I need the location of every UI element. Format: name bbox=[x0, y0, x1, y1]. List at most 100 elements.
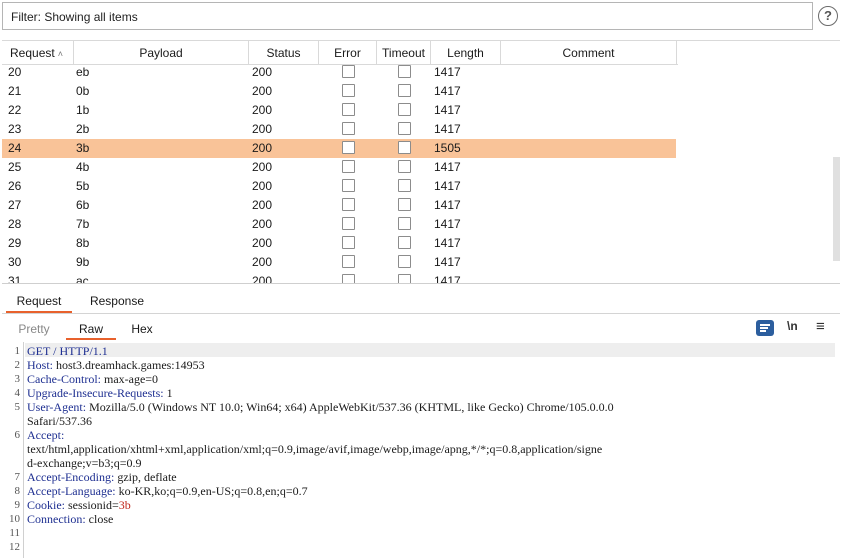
error-checkbox bbox=[342, 179, 355, 192]
line-number: 1 bbox=[14, 345, 21, 357]
cell-payload: 5b bbox=[76, 179, 90, 193]
header-value: max-age=0 bbox=[100, 372, 159, 386]
table-row[interactable]: 29 8b 200 1417 bbox=[2, 234, 676, 253]
timeout-checkbox bbox=[398, 65, 411, 78]
filter-bar[interactable]: Filter: Showing all items bbox=[2, 2, 813, 30]
cell-payload: 2b bbox=[76, 122, 90, 136]
column-header-comment[interactable]: Comment bbox=[501, 41, 677, 65]
word-wrap-icon[interactable] bbox=[756, 320, 774, 336]
column-header-error[interactable]: Error bbox=[319, 41, 377, 65]
line-number: 2 bbox=[14, 359, 21, 371]
table-row[interactable]: 26 5b 200 1417 bbox=[2, 177, 676, 196]
code-line: Cache-Control: max-age=0 bbox=[27, 372, 158, 386]
tab-hex[interactable]: Hex bbox=[120, 318, 164, 340]
line-number: 12 bbox=[9, 541, 20, 553]
line-number: 11 bbox=[9, 527, 20, 539]
menu-icon[interactable]: ≡ bbox=[816, 319, 825, 334]
error-checkbox bbox=[342, 103, 355, 116]
header-value: 1 bbox=[163, 386, 173, 400]
cell-request: 25 bbox=[8, 160, 22, 174]
tab-raw[interactable]: Raw bbox=[66, 318, 116, 340]
column-header-status[interactable]: Status bbox=[249, 41, 319, 65]
cell-status: 200 bbox=[252, 179, 273, 193]
code-line: Accept-Language: ko-KR,ko;q=0.9,en-US;q=… bbox=[27, 484, 308, 498]
help-icon[interactable]: ? bbox=[818, 6, 838, 26]
cell-length: 1417 bbox=[434, 65, 461, 79]
error-checkbox bbox=[342, 122, 355, 135]
table-scrollbar[interactable] bbox=[833, 157, 840, 261]
code-line: d-exchange;v=b3;q=0.9 bbox=[27, 456, 142, 470]
cell-length: 1417 bbox=[434, 122, 461, 136]
table-row[interactable]: 27 6b 200 1417 bbox=[2, 196, 676, 215]
code-line: Accept-Encoding: gzip, deflate bbox=[27, 470, 177, 484]
cell-length: 1417 bbox=[434, 103, 461, 117]
table-row[interactable]: 21 0b 200 1417 bbox=[2, 82, 676, 101]
cell-payload: eb bbox=[76, 65, 90, 79]
table-row[interactable]: 31 ac 200 1417 bbox=[2, 272, 676, 283]
results-table: Request ˄ Payload Status Error Timeout Le… bbox=[2, 40, 840, 283]
timeout-checkbox bbox=[398, 84, 411, 97]
cell-request: 23 bbox=[8, 122, 22, 136]
header-value: host3.dreamhack.games:14953 bbox=[53, 358, 205, 372]
cell-status: 200 bbox=[252, 160, 273, 174]
cell-status: 200 bbox=[252, 236, 273, 250]
table-row[interactable]: 28 7b 200 1417 bbox=[2, 215, 676, 234]
cell-status: 200 bbox=[252, 84, 273, 98]
cell-length: 1505 bbox=[434, 141, 461, 155]
tab-pretty[interactable]: Pretty bbox=[12, 318, 56, 340]
timeout-checkbox bbox=[398, 179, 411, 192]
cell-request: 20 bbox=[8, 65, 22, 79]
error-checkbox bbox=[342, 141, 355, 154]
column-header-payload[interactable]: Payload bbox=[74, 41, 249, 65]
table-row[interactable]: 24 3b 200 1505 bbox=[2, 139, 676, 158]
tab-response[interactable]: Response bbox=[82, 289, 152, 313]
header-value: d-exchange;v=b3;q=0.9 bbox=[27, 456, 142, 470]
cell-length: 1417 bbox=[434, 179, 461, 193]
timeout-checkbox bbox=[398, 255, 411, 268]
column-header-length[interactable]: Length bbox=[431, 41, 501, 65]
error-checkbox bbox=[342, 217, 355, 230]
header-value: gzip, deflate bbox=[114, 470, 177, 484]
header-name: User-Agent: bbox=[27, 400, 87, 414]
column-header-request[interactable]: Request ˄ bbox=[2, 41, 74, 65]
code-line: Host: host3.dreamhack.games:14953 bbox=[27, 358, 205, 372]
tab-request[interactable]: Request bbox=[6, 289, 72, 313]
code-line: Upgrade-Insecure-Requests: 1 bbox=[27, 386, 173, 400]
code-line: Safari/537.36 bbox=[27, 414, 92, 428]
line-number-gutter: 1 2 3 4 5 6 7 8 9 10 11 12 bbox=[2, 342, 24, 558]
table-row[interactable]: 25 4b 200 1417 bbox=[2, 158, 676, 177]
cell-payload: 4b bbox=[76, 160, 90, 174]
cookie-value: 3b bbox=[118, 498, 131, 512]
line-number: 10 bbox=[9, 513, 20, 525]
timeout-checkbox bbox=[398, 217, 411, 230]
header-name: Accept: bbox=[27, 428, 65, 442]
header-name: Upgrade-Insecure-Requests: bbox=[27, 386, 164, 400]
cell-length: 1417 bbox=[434, 255, 461, 269]
filter-text: Filter: Showing all items bbox=[11, 10, 138, 24]
timeout-checkbox bbox=[398, 236, 411, 249]
cell-payload: ac bbox=[76, 274, 89, 283]
error-checkbox bbox=[342, 236, 355, 249]
cell-length: 1417 bbox=[434, 198, 461, 212]
column-header-timeout[interactable]: Timeout bbox=[377, 41, 431, 65]
current-line-highlight bbox=[25, 343, 835, 357]
table-row[interactable]: 22 1b 200 1417 bbox=[2, 101, 676, 120]
table-row[interactable]: 20 eb 200 1417 bbox=[2, 63, 676, 82]
line-number: 3 bbox=[14, 373, 21, 385]
message-tabs: Request Response bbox=[2, 289, 840, 313]
cell-status: 200 bbox=[252, 274, 273, 283]
table-row[interactable]: 30 9b 200 1417 bbox=[2, 253, 676, 272]
cell-request: 26 bbox=[8, 179, 22, 193]
error-checkbox bbox=[342, 274, 355, 283]
table-row[interactable]: 23 2b 200 1417 bbox=[2, 120, 676, 139]
code-line: GET / HTTP/1.1 bbox=[27, 344, 108, 358]
header-value: Mozilla/5.0 (Windows NT 10.0; Win64; x64… bbox=[86, 400, 614, 414]
cell-length: 1417 bbox=[434, 236, 461, 250]
request-editor[interactable]: 1 2 3 4 5 6 7 8 9 10 11 12 GET / HTTP/1.1 Host: host… bbox=[2, 342, 840, 558]
line-number: 5 bbox=[14, 401, 21, 413]
header-value: sessionid= bbox=[65, 498, 119, 512]
code-line: Connection: close bbox=[27, 512, 113, 526]
show-newlines-button[interactable]: \n bbox=[787, 319, 798, 333]
error-checkbox bbox=[342, 160, 355, 173]
line-number: 4 bbox=[14, 387, 21, 399]
